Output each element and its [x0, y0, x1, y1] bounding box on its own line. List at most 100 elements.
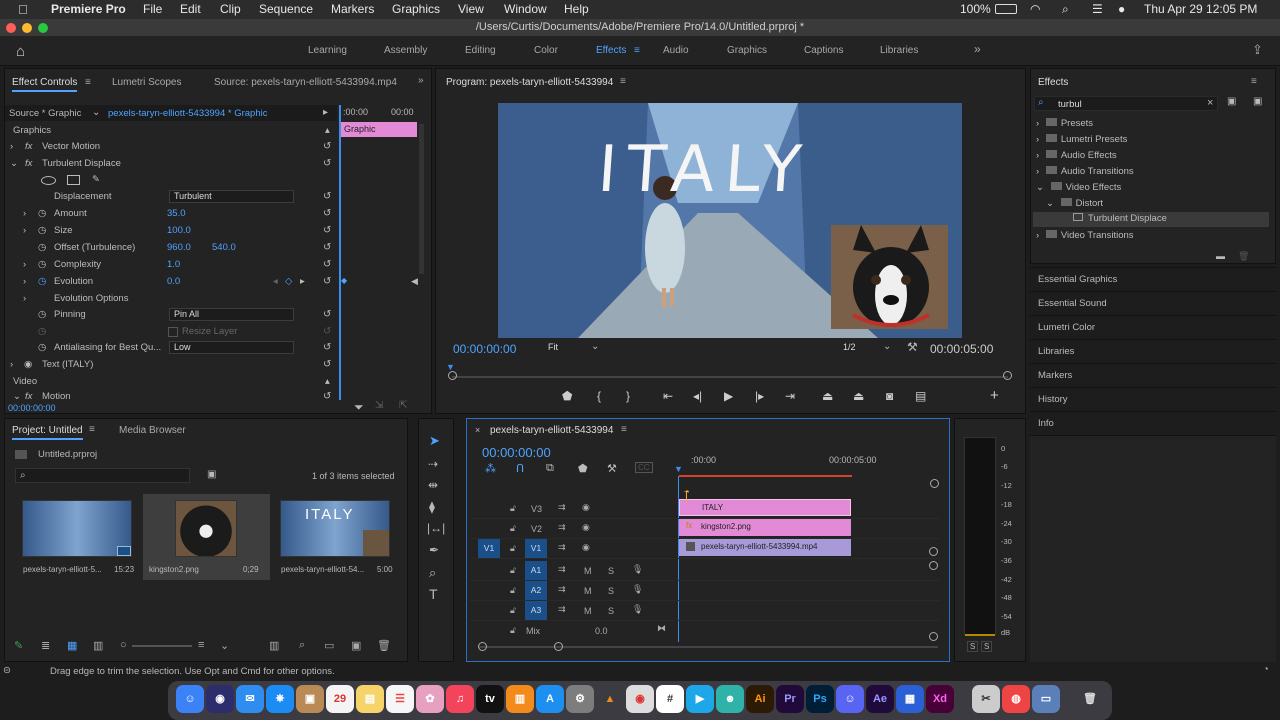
close-icon[interactable]: × [475, 425, 480, 435]
find-icon[interactable]: ⌕ [299, 639, 305, 652]
linked-selection-icon[interactable]: ⧉ [546, 462, 554, 475]
sync-lock-icon[interactable]: ⇉ [558, 564, 566, 575]
add-marker-icon[interactable]: ⬟ [562, 389, 572, 403]
fx-icon[interactable]: fx [25, 391, 32, 399]
ellipse-mask-icon[interactable] [41, 176, 56, 185]
project-item[interactable]: ITALY pexels-taryn-elliott-54... 5:00 [273, 494, 401, 580]
timeline-timecode[interactable]: 00:00:00:00 [482, 445, 551, 460]
discord-icon[interactable]: ☺ [836, 685, 864, 713]
panel-essential-graphics[interactable]: Essential Graphics [1030, 267, 1276, 290]
new-item-icon[interactable]: ▣ [351, 639, 361, 652]
eye-icon[interactable]: ◉ [582, 542, 590, 553]
search-icon[interactable]: ⌕ [1062, 2, 1069, 17]
tab-effect-controls[interactable]: Effect Controls [12, 77, 78, 92]
project-item[interactable]: pexels-taryn-elliott-5... 15:23 [13, 494, 141, 580]
tree-item-turbulent-displace[interactable]: Turbulent Displace [1033, 212, 1269, 227]
eye-icon[interactable]: ◉ [582, 502, 590, 513]
keyframe-arrow-icon[interactable]: ◀ [411, 276, 418, 287]
mail-icon[interactable]: ✉ [236, 685, 264, 713]
work-area-bar[interactable] [679, 475, 852, 477]
collapse-arrow-icon[interactable]: ⌄ [1046, 198, 1054, 209]
close-window-button[interactable] [6, 23, 16, 33]
eye-icon[interactable]: ◉ [582, 522, 590, 533]
clock[interactable]: Thu Apr 29 12:05 PM [1144, 2, 1257, 16]
pen-mask-icon[interactable]: ✎ [92, 174, 100, 185]
track-a2[interactable]: 🔓︎ A2 ⇉ M S 🎙︎ [470, 581, 940, 601]
export-frame-camera-icon[interactable]: ◙ [886, 389, 893, 403]
track-a1[interactable]: 🔓︎ A1 ⇉ M S 🎙︎ [470, 561, 940, 581]
vscroll-handle[interactable] [929, 561, 938, 570]
microphone-icon[interactable]: 🎙︎ [632, 564, 643, 575]
reset-icon[interactable]: ↺ [323, 276, 331, 287]
mute-button[interactable]: M [584, 566, 592, 576]
hscroll-end-handle[interactable] [554, 642, 563, 651]
timeline-clip-italy[interactable]: ITALY [679, 499, 851, 516]
video-player-icon[interactable]: ▶ [686, 685, 714, 713]
tree-item-audio-effects[interactable]: › Audio Effects [1036, 150, 1117, 161]
expand-arrow-icon[interactable]: › [1036, 230, 1039, 241]
source-label[interactable]: Source * Graphic [9, 108, 81, 119]
photos-icon[interactable]: ✿ [416, 685, 444, 713]
safari-icon[interactable]: ✵ [266, 685, 294, 713]
reset-icon[interactable]: ↺ [323, 208, 331, 219]
mute-button[interactable]: M [584, 586, 592, 596]
effects-panel-title[interactable]: Effects [1038, 77, 1068, 88]
pen-tool-icon[interactable]: ✒ [429, 543, 439, 557]
solo-left-button[interactable]: S [967, 641, 979, 652]
chrome-icon[interactable]: ◉ [626, 685, 654, 713]
reset-icon[interactable]: ↺ [323, 391, 331, 399]
finder-icon[interactable]: ☺ [176, 685, 204, 713]
stopwatch-icon[interactable]: ◷ [38, 342, 46, 353]
mute-button[interactable]: M [584, 606, 592, 616]
menu-sequence[interactable]: Sequence [259, 2, 313, 16]
dog-overlay-image[interactable] [831, 225, 948, 329]
menu-graphics[interactable]: Graphics [392, 2, 440, 16]
automate-icon[interactable]: ▥ [269, 639, 279, 652]
clear-search-icon[interactable]: × [1207, 97, 1213, 109]
ripple-icon[interactable]: ⇲ [375, 400, 383, 411]
more-tabs-icon[interactable]: » [418, 75, 424, 86]
step-back-icon[interactable]: ◂| [693, 389, 702, 403]
zoom-start-handle[interactable] [448, 371, 457, 380]
discord-like-icon[interactable]: ☻ [716, 685, 744, 713]
timeline-clip-video[interactable]: pexels-taryn-elliott-5433994.mp4 [679, 539, 851, 556]
xd-icon[interactable]: Xd [926, 685, 954, 713]
expand-arrow-icon[interactable]: › [23, 293, 26, 304]
write-icon[interactable]: ✎ [14, 639, 23, 652]
after-effects-icon[interactable]: Ae [866, 685, 894, 713]
next-keyframe-icon[interactable]: ▸ [300, 276, 305, 287]
track-target-a3[interactable]: A3 [525, 601, 547, 620]
sort-icon[interactable]: ≡ [198, 639, 204, 651]
workspace-color[interactable]: Color [534, 45, 558, 56]
displacement-select[interactable]: Turbulent [169, 190, 294, 203]
snap-nested-icon[interactable]: ⁂ [485, 462, 496, 475]
fx-icon[interactable]: fx [25, 158, 32, 169]
stopwatch-icon[interactable]: ◷ [38, 309, 46, 320]
accelerated-effects-icon[interactable]: ▣ [1227, 96, 1236, 107]
menu-help[interactable]: Help [564, 2, 589, 16]
home-icon[interactable]: ⌂ [16, 43, 25, 60]
sync-lock-icon[interactable]: ⇉ [558, 584, 566, 595]
chevron-down-icon[interactable]: ⌄ [883, 341, 891, 352]
panel-essential-sound[interactable]: Essential Sound [1030, 291, 1276, 314]
stopwatch-icon[interactable]: ◷ [38, 259, 46, 270]
music-icon[interactable]: ♫ [446, 685, 474, 713]
lock-icon[interactable]: 🔓︎ [510, 625, 516, 636]
control-center-icon[interactable]: ☰ [1092, 2, 1103, 16]
trash-dock-icon[interactable]: 🗑 [1076, 685, 1104, 713]
solo-button[interactable]: S [608, 566, 614, 576]
freeform-view-icon[interactable]: ▥ [93, 639, 103, 652]
stopwatch-active-icon[interactable]: ◷ [38, 276, 46, 287]
expand-arrow-icon[interactable]: ⌄ [10, 158, 18, 169]
filter-icon[interactable]: ⏷ [354, 400, 364, 415]
expand-arrow-icon[interactable]: › [23, 259, 26, 270]
sync-lock-icon[interactable]: ⇉ [558, 604, 566, 615]
expand-arrow-icon[interactable]: › [23, 225, 26, 236]
siri-icon[interactable]: ◉ [206, 685, 234, 713]
track-target-a1[interactable]: A1 [525, 561, 547, 580]
solo-button[interactable]: S [608, 606, 614, 616]
tree-item-lumetri-presets[interactable]: › Lumetri Presets [1036, 134, 1127, 145]
lips-app-icon[interactable]: ◍ [1002, 685, 1030, 713]
workspace-effects[interactable]: Effects [596, 45, 626, 56]
effects-search-input[interactable]: ⌕ turbul × [1034, 96, 1218, 111]
